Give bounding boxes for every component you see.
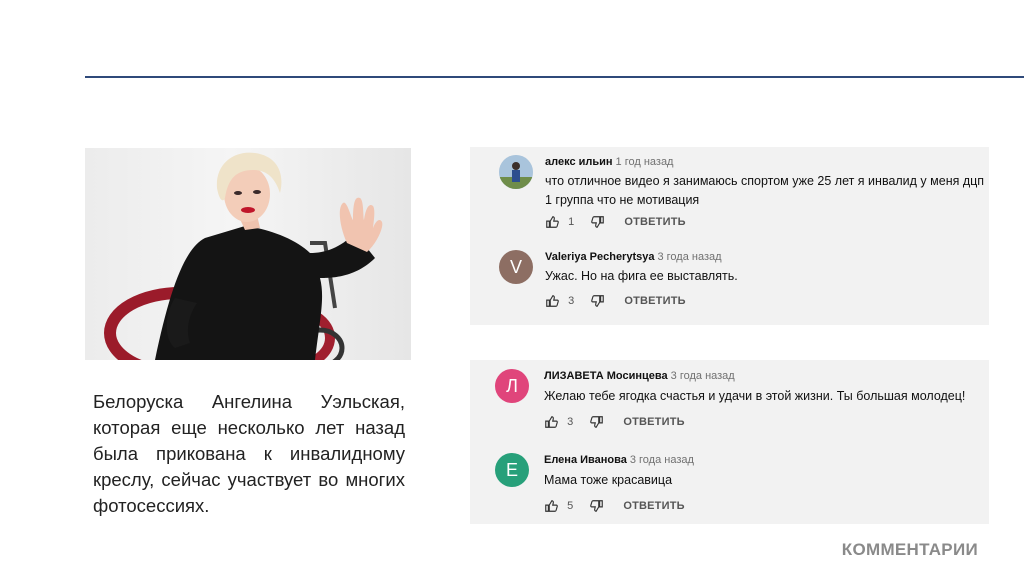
comment-text: Мама тоже красавица <box>544 473 673 487</box>
avatar-letter: V <box>509 257 522 277</box>
user-photo-icon <box>499 155 533 189</box>
comment-author[interactable]: Valeriya Pecherytsya <box>545 251 654 263</box>
thumbs-up-icon[interactable] <box>545 294 559 308</box>
thumbs-up-icon[interactable] <box>544 415 558 429</box>
photo-illustration <box>104 152 383 360</box>
reply-button[interactable]: ОТВЕТИТЬ <box>624 295 685 307</box>
like-count: 5 <box>567 500 574 512</box>
like-count: 3 <box>568 295 575 307</box>
avatar[interactable] <box>499 155 533 189</box>
comment-time[interactable]: 3 года назад <box>671 370 735 382</box>
comments-panel-2: Л ЛИЗАВЕТА Мосинцева 3 года назад Желаю т… <box>470 360 989 524</box>
avatar[interactable]: Е <box>495 453 529 487</box>
thumbs-down-icon[interactable] <box>591 294 605 308</box>
comments-panel-1: алекс ильин 1 год назад что отличное виде… <box>470 147 989 325</box>
comment-author[interactable]: Елена Иванова <box>544 454 627 466</box>
comment-author[interactable]: алекс ильин <box>545 156 613 168</box>
comment-actions: 3 ОТВЕТИТЬ <box>544 415 685 431</box>
comment-time[interactable]: 3 года назад <box>630 454 694 466</box>
photo-caption: Белоруска Ангелина Уэльская, которая еще… <box>93 391 405 516</box>
avatar-letter: Л <box>506 376 518 396</box>
woman-in-wheelchair-photo <box>85 148 411 360</box>
avatar[interactable]: Л <box>495 369 529 403</box>
reply-button[interactable]: ОТВЕТИТЬ <box>623 416 684 428</box>
header-divider <box>85 76 1024 78</box>
avatar-letter: Е <box>505 460 518 480</box>
comment-actions: 3 ОТВЕТИТЬ <box>545 294 686 310</box>
comment-actions: 1 ОТВЕТИТЬ <box>545 215 686 231</box>
comment-author[interactable]: ЛИЗАВЕТА Мосинцева <box>544 370 668 382</box>
comment-time[interactable]: 1 год назад <box>616 156 674 168</box>
comment-actions: 5 ОТВЕТИТЬ <box>544 499 685 515</box>
comment-text: что отличное видео я занимаюсь спортом у… <box>545 174 985 207</box>
thumbs-down-icon[interactable] <box>590 415 604 429</box>
thumbs-up-icon[interactable] <box>545 215 559 229</box>
section-title: КОММЕНТАРИИ <box>841 540 978 559</box>
reply-button[interactable]: ОТВЕТИТЬ <box>623 500 684 512</box>
reply-button[interactable]: ОТВЕТИТЬ <box>624 216 685 228</box>
avatar[interactable]: V <box>499 250 533 284</box>
thumbs-down-icon[interactable] <box>591 215 605 229</box>
like-count: 3 <box>567 416 574 428</box>
thumbs-up-icon[interactable] <box>544 499 558 513</box>
comment-text: Желаю тебе ягодка счастья и удачи в этой… <box>544 389 966 403</box>
thumbs-down-icon[interactable] <box>590 499 604 513</box>
comment-time[interactable]: 3 года назад <box>657 251 721 263</box>
like-count: 1 <box>568 216 575 228</box>
comment-text: Ужас. Но на фига ее выставлять. <box>545 269 738 283</box>
